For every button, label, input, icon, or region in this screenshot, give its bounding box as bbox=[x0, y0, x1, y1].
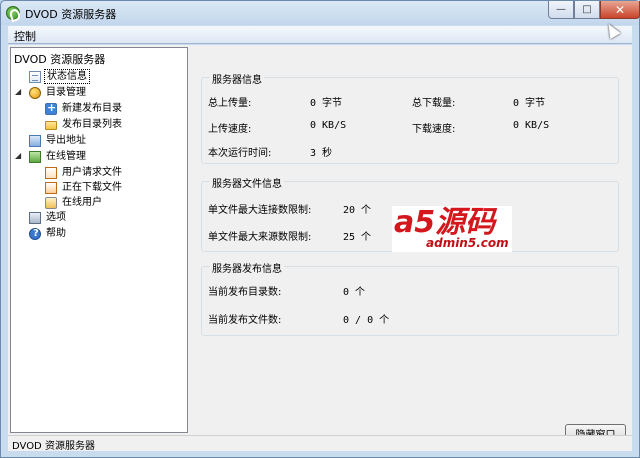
group-title: 服务器信息 bbox=[210, 71, 264, 86]
collapse-triangle-icon[interactable]: ◢ bbox=[15, 152, 23, 160]
nav-tree: DVOD 资源服务器 状态信息 ◢ 目录管理 新建发布目录 发布目录列表 导出地… bbox=[10, 47, 188, 433]
tree-item-new-dir[interactable]: 新建发布目录 bbox=[45, 101, 124, 116]
tree-item-label: 帮助 bbox=[46, 228, 66, 239]
upload-total-value: 0 字节 bbox=[310, 98, 343, 109]
published-files-label: 当前发布文件数: bbox=[208, 315, 282, 326]
status-panel: 服务器信息 总上传量: 0 字节 总下载量: 0 字节 上传速度: 0 KB/S… bbox=[189, 47, 630, 442]
tree-item-label: 导出地址 bbox=[46, 135, 86, 146]
tree-item-label: 正在下载文件 bbox=[62, 182, 122, 193]
uptime-label: 本次运行时间: bbox=[208, 148, 272, 159]
options-icon bbox=[29, 211, 41, 224]
request-file-icon bbox=[45, 166, 57, 179]
tree-item-online-mgmt[interactable]: 在线管理 bbox=[29, 149, 88, 164]
tree-item-dir-mgmt[interactable]: 目录管理 bbox=[29, 85, 88, 100]
tree-item-status[interactable]: 状态信息 bbox=[29, 69, 90, 84]
tree-item-label: 在线管理 bbox=[46, 151, 86, 162]
max-src-value: 25 个 bbox=[343, 232, 372, 243]
tree-item-downloading[interactable]: 正在下载文件 bbox=[45, 180, 124, 195]
published-dirs-value: 0 个 bbox=[343, 287, 366, 298]
uptime-value: 3 秒 bbox=[310, 148, 333, 159]
download-total-label: 总下载量: bbox=[412, 98, 456, 109]
download-speed-label: 下载速度: bbox=[412, 124, 456, 135]
menu-bar: 控制 bbox=[8, 26, 632, 44]
watermark-main: a5源码 bbox=[394, 205, 496, 240]
client-area: DVOD 资源服务器 状态信息 ◢ 目录管理 新建发布目录 发布目录列表 导出地… bbox=[8, 45, 632, 442]
download-file-icon bbox=[45, 181, 57, 194]
globe-icon bbox=[29, 86, 41, 99]
close-button[interactable]: ✕ bbox=[600, 1, 640, 19]
tree-item-label: 状态信息 bbox=[44, 69, 90, 84]
help-icon bbox=[29, 227, 41, 240]
server-info-group: 服务器信息 总上传量: 0 字节 总下载量: 0 字节 上传速度: 0 KB/S… bbox=[201, 71, 619, 164]
export-icon bbox=[29, 134, 41, 147]
collapse-triangle-icon[interactable]: ◢ bbox=[15, 88, 23, 96]
download-total-value: 0 字节 bbox=[513, 98, 546, 109]
group-title: 服务器文件信息 bbox=[210, 175, 284, 190]
title-bar[interactable]: DVOD 资源服务器 — □ ✕ bbox=[1, 1, 640, 25]
add-icon bbox=[45, 101, 57, 115]
maximize-button[interactable]: □ bbox=[574, 1, 600, 19]
max-src-label: 单文件最大来源数限制: bbox=[208, 232, 312, 243]
published-dirs-label: 当前发布目录数: bbox=[208, 287, 282, 298]
tree-item-label: 在线用户 bbox=[62, 197, 102, 208]
menu-control[interactable]: 控制 bbox=[14, 28, 36, 44]
tree-item-label: 发布目录列表 bbox=[62, 119, 122, 130]
status-text: DVOD 资源服务器 bbox=[12, 441, 95, 452]
app-window: DVOD 资源服务器 — □ ✕ 控制 DVOD 资源服务器 状态信息 ◢ 目录… bbox=[0, 0, 640, 458]
max-conn-value: 20 个 bbox=[343, 205, 372, 216]
window-title: DVOD 资源服务器 bbox=[25, 8, 117, 21]
user-icon bbox=[45, 196, 57, 209]
tree-item-label: 用户请求文件 bbox=[62, 167, 122, 178]
status-bar: DVOD 资源服务器 bbox=[8, 435, 632, 452]
watermark-logo: a5源码 admin5.com bbox=[392, 206, 512, 252]
tree-item-help[interactable]: 帮助 bbox=[29, 226, 68, 241]
tree-item-user-requests[interactable]: 用户请求文件 bbox=[45, 165, 124, 180]
tree-item-label: 选项 bbox=[46, 212, 66, 223]
upload-speed-label: 上传速度: bbox=[208, 124, 252, 135]
tree-item-options[interactable]: 选项 bbox=[29, 210, 68, 225]
upload-speed-value: 0 KB/S bbox=[310, 120, 347, 131]
publish-info-group: 服务器发布信息 当前发布目录数: 0 个 当前发布文件数: 0 / 0 个 bbox=[201, 260, 619, 336]
published-files-value: 0 / 0 个 bbox=[343, 315, 390, 326]
online-icon bbox=[29, 150, 41, 163]
document-icon bbox=[29, 70, 41, 83]
app-icon bbox=[6, 6, 20, 20]
watermark-site: admin5.com bbox=[426, 236, 509, 250]
tree-item-label: 新建发布目录 bbox=[62, 103, 122, 114]
tree-item-label: 目录管理 bbox=[46, 87, 86, 98]
tree-item-dir-list[interactable]: 发布目录列表 bbox=[45, 117, 124, 132]
download-speed-value: 0 KB/S bbox=[513, 120, 550, 131]
max-conn-label: 单文件最大连接数限制: bbox=[208, 205, 312, 216]
upload-total-label: 总上传量: bbox=[208, 98, 252, 109]
group-title: 服务器发布信息 bbox=[210, 260, 284, 275]
folder-icon bbox=[45, 121, 57, 130]
tree-item-export[interactable]: 导出地址 bbox=[29, 133, 88, 148]
tree-item-online-users[interactable]: 在线用户 bbox=[45, 195, 104, 210]
tree-root[interactable]: DVOD 资源服务器 bbox=[14, 51, 105, 67]
minimize-button[interactable]: — bbox=[548, 1, 574, 19]
